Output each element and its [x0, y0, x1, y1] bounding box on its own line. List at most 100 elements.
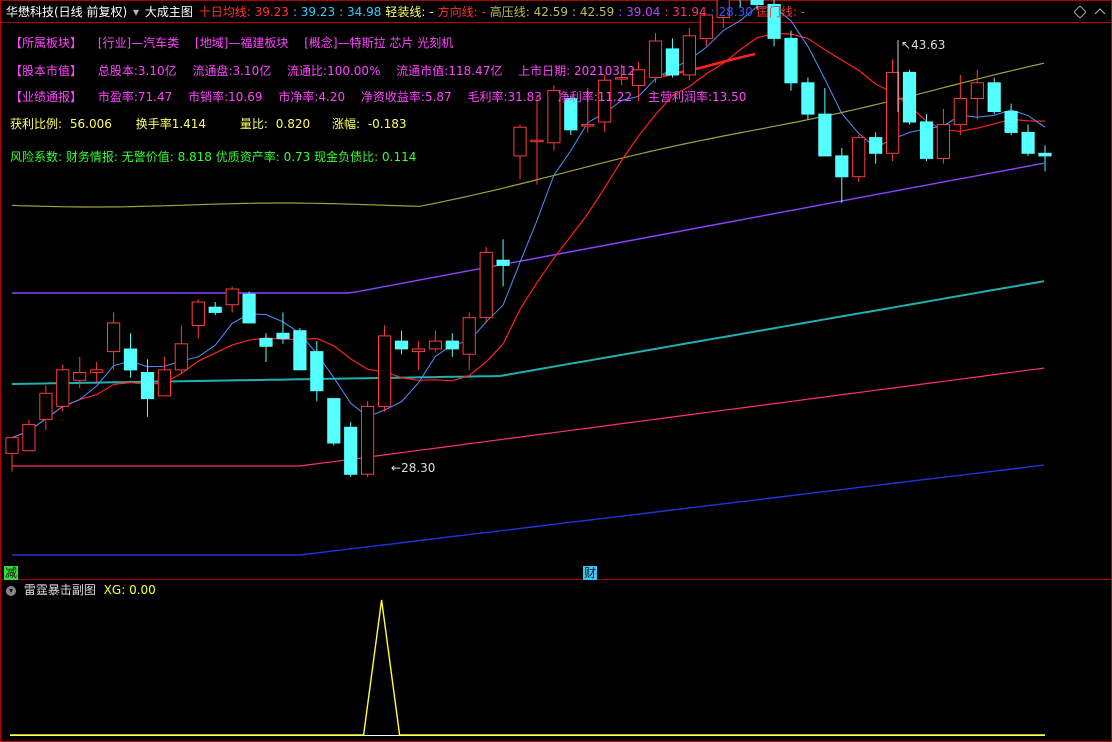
info-row-risk: 风险系数: 财务情报: 无警价值: 8.818 优质资产率: 0.73 现金负债… — [10, 148, 428, 166]
header-item-7: : 39.04 — [618, 5, 661, 19]
candle-body — [648, 40, 663, 78]
candle-body — [107, 322, 121, 353]
candle-body — [90, 369, 104, 373]
float-ratio: 流通比:100.00% — [287, 64, 381, 78]
header-item-9: : 28.30 — [710, 5, 753, 19]
candle-body — [73, 372, 87, 381]
volume-ratio-label: 量比: — [239, 117, 268, 131]
pb-ratio: 市净率:4.20 — [278, 90, 346, 104]
candle-body — [411, 348, 425, 353]
risk-text: 风险系数: 财务情报: 无警价值: 8.818 优质资产率: 0.73 现金负债… — [10, 150, 417, 164]
chart-header: 华懋科技(日线 前复权) ▾ 大成主图 十日均线: 39.23: 39.23: … — [6, 2, 811, 22]
sector-concept[interactable]: [概念]—特斯拉 芯片 光刻机 — [304, 36, 453, 50]
pe-ratio: 市盈率:71.47 — [97, 90, 173, 104]
candle-body — [665, 48, 679, 76]
header-item-3: 轻装线: - — [385, 5, 434, 19]
candle-body — [174, 343, 188, 371]
candle-body — [56, 369, 70, 407]
candle-body — [496, 259, 510, 266]
stock-name[interactable]: 华懋科技(日线 前复权) — [6, 5, 127, 19]
diamond-icon[interactable] — [1073, 5, 1087, 19]
high-price-label: ↖43.63 — [901, 38, 946, 52]
kline-chart[interactable] — [0, 0, 1112, 742]
candle-body — [22, 424, 36, 452]
candle-body — [445, 340, 459, 350]
total-shares: 总股本:3.10亿 — [97, 64, 177, 78]
low-price-label: ←28.30 — [391, 461, 436, 475]
xg-label: XG: — [103, 583, 126, 597]
candle-body — [378, 335, 392, 407]
header-item-1: : 39.23 — [292, 5, 336, 19]
sub-panel-name[interactable]: 雷霆暴击副图 — [24, 583, 96, 597]
candle-body — [39, 392, 53, 420]
candle-body — [361, 405, 375, 475]
profit-ratio-value: 56.006 — [69, 117, 112, 131]
volume-ratio-value: 0.820 — [275, 117, 311, 131]
candle-body — [462, 317, 476, 355]
profit-ratio-label: 获利比例: — [10, 117, 63, 131]
collapse-circle-icon[interactable]: ▾ — [6, 585, 16, 596]
info-row-capital: 【股本市值】 总股本:3.10亿 流通盘:3.10亿 流通比:100.00% 流… — [10, 62, 647, 80]
candle-body — [479, 251, 493, 319]
candle-body — [428, 340, 442, 350]
candle-body — [513, 126, 527, 157]
candle-body — [869, 137, 883, 154]
candle-body — [530, 139, 544, 143]
candle-body — [259, 338, 273, 347]
candle-body — [293, 330, 307, 371]
ma-navy-line — [12, 464, 1045, 556]
candle-body — [394, 340, 409, 350]
change-value: -0.183 — [367, 117, 407, 131]
sector-industry[interactable]: [行业]—汽车类 — [98, 36, 179, 50]
candle-body — [970, 82, 984, 100]
candle-body — [936, 124, 950, 159]
candle-body — [953, 98, 967, 126]
sector-region[interactable]: [地域]—福建板块 — [195, 36, 288, 50]
roe: 净资收益率:5.87 — [360, 90, 452, 104]
candle-body — [682, 35, 696, 76]
xg-line — [10, 599, 1045, 736]
candle-body — [784, 37, 798, 84]
header-items: 十日均线: 39.23: 39.23: 34.98 轻装线: - 方向线: - 高压线… — [199, 5, 809, 19]
ps-ratio: 市销率:10.69 — [188, 90, 263, 104]
reduce-signal-badge[interactable]: 减 — [4, 566, 19, 580]
candle-body — [1021, 131, 1035, 154]
sub-panel-header: ▾ 雷霆暴击副图 XG: 0.00 — [6, 582, 156, 598]
header-item-0: 十日均线: 39.23 — [198, 5, 289, 19]
change-label: 涨幅: — [331, 117, 360, 131]
header-item-10: 国门线: - — [756, 5, 806, 19]
header-item-4: 方向线: - — [437, 5, 486, 19]
candle-body — [208, 306, 222, 313]
operating-margin: 主营利润率:13.50 — [647, 90, 747, 104]
listing-date: 上市日期: 20210312 — [518, 64, 636, 78]
candle-body — [581, 124, 595, 127]
candle-body — [852, 137, 866, 178]
candle-body — [225, 288, 239, 306]
candle-body — [801, 82, 815, 115]
performance-title: 【业绩通报】 — [10, 90, 83, 104]
candle-body — [327, 398, 341, 444]
finance-signal-badge[interactable]: 财 — [583, 566, 598, 580]
header-item-5: 高压线: 42.59 — [489, 5, 568, 19]
candle-body — [157, 369, 172, 397]
candle-body — [276, 332, 290, 339]
turnover: 换手率1.414 — [135, 117, 207, 131]
info-row-performance: 【业绩通报】 市盈率:71.47 市销率:10.69 市净率:4.20 净资收益… — [10, 88, 758, 106]
float-shares: 流通盘:3.10亿 — [192, 64, 272, 78]
sector-title: 【所属板块】 — [10, 36, 83, 50]
xg-value: 0.00 — [129, 583, 156, 597]
ma-purple-line — [12, 162, 1045, 294]
candle-body — [140, 372, 155, 400]
candle-body — [1004, 111, 1018, 133]
indicator-name[interactable]: 大成主图 — [145, 5, 193, 19]
candle-body — [919, 121, 934, 159]
candle-body — [987, 82, 1001, 113]
float-market-value: 流通市值:118.47亿 — [396, 64, 503, 78]
candle-body — [1038, 152, 1052, 157]
candle-body — [5, 437, 19, 454]
candle-body — [123, 348, 138, 371]
candle-body — [835, 155, 849, 178]
collapse-chevron-icon[interactable] — [1094, 6, 1106, 18]
chevron-down-icon[interactable]: ▾ — [133, 5, 139, 19]
net-margin: 净利率:11.22 — [557, 90, 633, 104]
